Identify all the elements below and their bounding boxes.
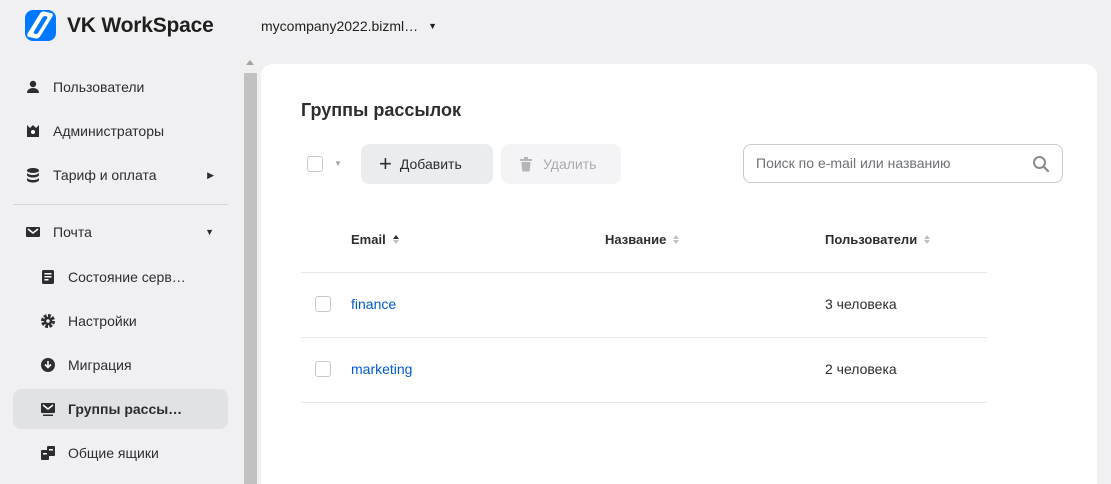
group-mail-icon <box>39 400 57 418</box>
sidebar-divider <box>13 204 228 205</box>
scrollbar-thumb[interactable] <box>244 73 257 484</box>
search-input[interactable] <box>756 155 1016 171</box>
page-title: Группы рассылок <box>301 100 462 120</box>
sidebar-item-migration[interactable]: Миграция <box>13 345 228 385</box>
group-users-count: 2 человека <box>825 361 897 377</box>
sidebar-item-users[interactable]: Пользователи <box>13 67 228 107</box>
sort-icon <box>673 235 680 244</box>
document-icon <box>39 268 57 286</box>
sidebar-item-server-status[interactable]: Состояние серв… <box>13 257 228 297</box>
sidebar-item-label: Настройки <box>68 313 137 329</box>
column-header-label: Пользователи <box>825 232 918 247</box>
app-title: VK WorkSpace <box>67 13 214 37</box>
delete-button[interactable]: Удалить <box>501 144 621 184</box>
caret-down-icon: ▼ <box>428 21 438 31</box>
group-email-link[interactable]: marketing <box>351 361 412 377</box>
main-card: Группы рассылок ▼ + Добавить Удалить Ema… <box>261 64 1097 484</box>
sidebar-item-label: Общие ящики <box>68 445 159 461</box>
group-users-count: 3 человека <box>825 296 897 312</box>
sidebar-item-admins[interactable]: Администраторы <box>13 111 228 151</box>
delete-button-label: Удалить <box>543 156 597 172</box>
app-logo[interactable]: VK WorkSpace <box>25 10 214 41</box>
column-header-label: Название <box>605 232 667 247</box>
row-checkbox[interactable] <box>315 361 331 377</box>
column-header-label: Email <box>351 232 386 247</box>
column-header-users[interactable]: Пользователи <box>825 232 931 247</box>
user-icon <box>24 78 42 96</box>
column-header-email[interactable]: Email <box>351 232 399 247</box>
vk-logo-icon <box>25 10 56 41</box>
search-box[interactable] <box>743 144 1063 183</box>
row-checkbox[interactable] <box>315 296 331 312</box>
sidebar-item-shared-mailboxes[interactable]: Общие ящики <box>13 433 228 473</box>
sidebar-item-mailing-groups[interactable]: Группы рассы… <box>13 389 228 429</box>
column-header-name[interactable]: Название <box>605 232 680 247</box>
sort-icon <box>924 235 931 244</box>
select-menu-caret-icon[interactable]: ▼ <box>334 159 342 168</box>
sidebar-item-label: Пользователи <box>53 79 145 95</box>
sidebar-item-label: Состояние серв… <box>68 269 186 285</box>
trash-icon <box>519 156 533 172</box>
table-row[interactable]: marketing 2 человека <box>301 337 987 402</box>
caret-down-icon: ▼ <box>205 227 214 237</box>
table-divider <box>301 402 987 403</box>
domain-label: mycompany2022.bizml… <box>261 18 419 34</box>
add-button-label: Добавить <box>399 156 462 172</box>
sidebar-item-label: Группы рассы… <box>68 401 183 417</box>
sidebar-item-label: Миграция <box>68 357 132 373</box>
sidebar-item-settings[interactable]: Настройки <box>13 301 228 341</box>
sidebar-item-mail[interactable]: Почта ▼ <box>13 212 228 252</box>
sidebar-item-label: Администраторы <box>53 123 165 139</box>
sort-icon <box>392 235 399 244</box>
chevron-right-icon: ▶ <box>207 169 214 180</box>
domain-selector[interactable]: mycompany2022.bizml… ▼ <box>261 18 437 34</box>
download-icon <box>39 356 57 374</box>
sidebar-scrollbar[interactable] <box>242 55 259 484</box>
sidebar: Пользователи Администраторы Тариф и опла… <box>0 55 242 484</box>
admin-icon <box>24 122 42 140</box>
select-all-checkbox[interactable] <box>307 156 323 172</box>
gear-icon <box>39 312 57 330</box>
scroll-up-arrow-icon[interactable] <box>246 60 254 65</box>
sidebar-item-label: Почта <box>53 224 92 240</box>
sidebar-item-billing[interactable]: Тариф и оплата ▶ <box>13 155 228 195</box>
add-button[interactable]: + Добавить <box>361 144 493 184</box>
table-row[interactable]: finance 3 человека <box>301 272 987 337</box>
plus-icon: + <box>379 151 392 176</box>
search-icon[interactable] <box>1032 155 1050 178</box>
shared-mailbox-icon <box>39 444 57 462</box>
mail-icon <box>24 223 42 241</box>
group-email-link[interactable]: finance <box>351 296 396 312</box>
sidebar-item-label: Тариф и оплата <box>53 167 157 183</box>
database-icon <box>24 166 42 184</box>
